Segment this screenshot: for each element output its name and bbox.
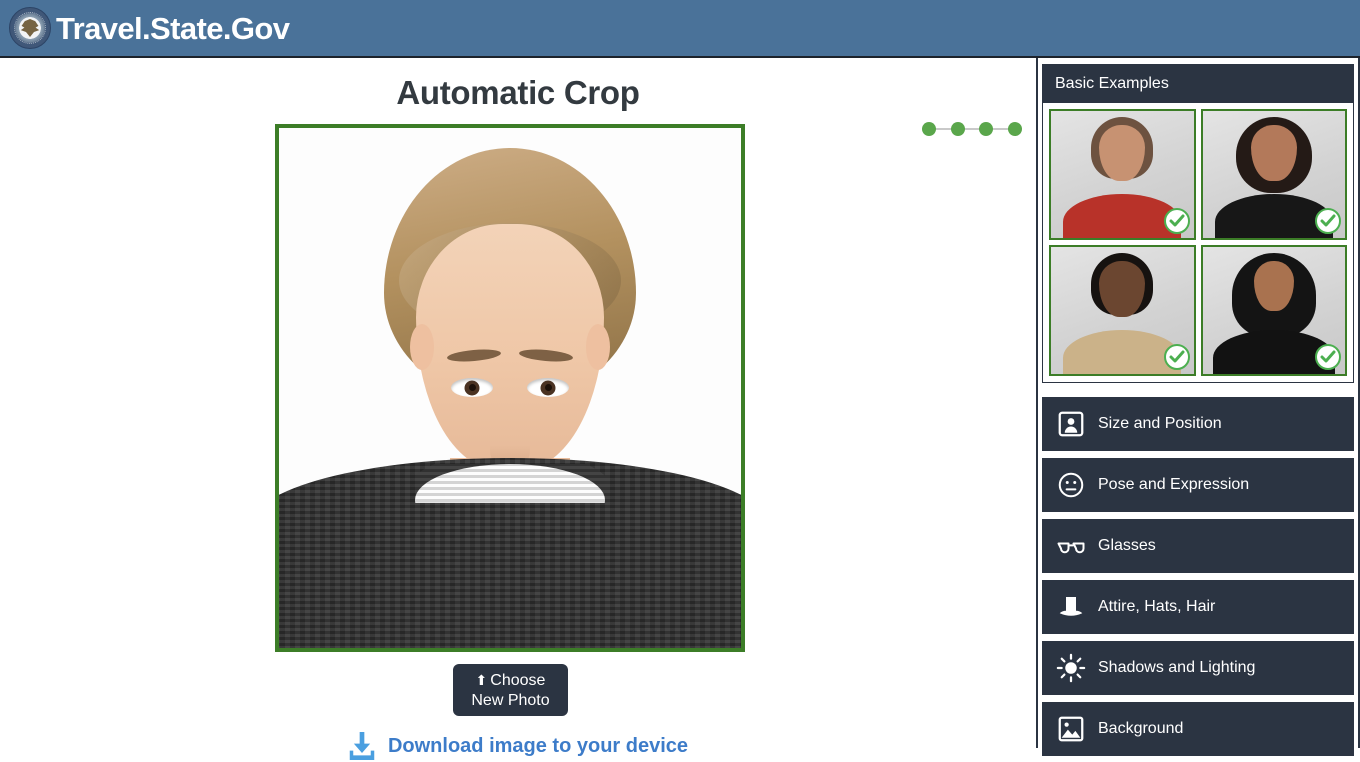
menu-item-size-and-position[interactable]: Size and Position: [1042, 397, 1354, 451]
check-icon: [1163, 344, 1190, 370]
example-photo-2[interactable]: [1200, 109, 1347, 240]
cropped-photo-frame: [275, 124, 745, 652]
step-dot-1[interactable]: [922, 122, 936, 136]
menu-item-glasses[interactable]: Glasses: [1042, 519, 1354, 573]
basic-examples-title: Basic Examples: [1043, 65, 1353, 103]
glasses-icon: [1057, 542, 1085, 554]
menu-item-pose-and-expression[interactable]: Pose and Expression: [1042, 458, 1354, 512]
neutral-face-icon: [1058, 472, 1084, 498]
download-icon: [349, 732, 375, 760]
download-image-link[interactable]: Download image to your device: [0, 730, 1036, 762]
department-of-state-seal-icon: [9, 7, 51, 49]
guidance-menu: Size and Position Pose and Expression Gl…: [1042, 397, 1354, 756]
site-header: Travel.State.Gov: [0, 0, 1360, 58]
step-dot-2[interactable]: [950, 122, 965, 136]
basic-examples-grid: [1043, 103, 1353, 382]
upload-icon: ⬆: [475, 671, 488, 688]
portrait-ear-right: [586, 324, 610, 370]
choose-button-line1: Choose: [490, 671, 546, 689]
menu-item-attire-hats-hair[interactable]: Attire, Hats, Hair: [1042, 580, 1354, 634]
menu-item-label: Shadows and Lighting: [1098, 659, 1256, 676]
step-dot-3[interactable]: [979, 122, 994, 136]
page-title: Automatic Crop: [396, 74, 640, 111]
portrait-sweater: [279, 458, 741, 648]
basic-examples-card: Basic Examples: [1042, 64, 1354, 383]
portrait-image: [279, 128, 741, 648]
portrait-ear-left: [410, 324, 434, 370]
check-icon: [1163, 208, 1190, 234]
menu-item-shadows-and-lighting[interactable]: Shadows and Lighting: [1042, 641, 1354, 695]
check-icon: [1315, 344, 1341, 370]
portrait-eye-right: [527, 378, 569, 397]
step-indicator: [922, 120, 1022, 138]
choose-new-photo-button[interactable]: ⬆ Choose New Photo: [453, 664, 568, 716]
menu-item-label: Attire, Hats, Hair: [1098, 598, 1216, 615]
example-photo-4[interactable]: [1200, 245, 1347, 376]
image-icon: [1058, 716, 1084, 742]
menu-item-label: Glasses: [1098, 537, 1156, 554]
menu-item-label: Size and Position: [1098, 415, 1222, 432]
portrait-eye-left: [451, 378, 493, 397]
download-link-label: Download image to your device: [387, 734, 689, 757]
person-frame-icon: [1058, 411, 1084, 437]
example-photo-1[interactable]: [1049, 109, 1196, 240]
menu-item-label: Pose and Expression: [1098, 476, 1250, 493]
choose-button-line2: New Photo: [471, 691, 550, 709]
example-photo-3[interactable]: [1049, 245, 1196, 376]
top-hat-icon: [1059, 597, 1083, 616]
main-stage: Automatic Crop ⬆ Choose New Photo Downlo…: [0, 58, 1036, 760]
step-dot-4[interactable]: [1007, 122, 1022, 136]
guidance-sidebar: Basic Examples Size and Position Pose an…: [1036, 58, 1360, 756]
check-icon: [1315, 208, 1341, 234]
menu-item-label: Background: [1098, 720, 1184, 737]
brand-title: Travel.State.Gov: [56, 10, 290, 46]
sun-icon: [1056, 653, 1086, 683]
